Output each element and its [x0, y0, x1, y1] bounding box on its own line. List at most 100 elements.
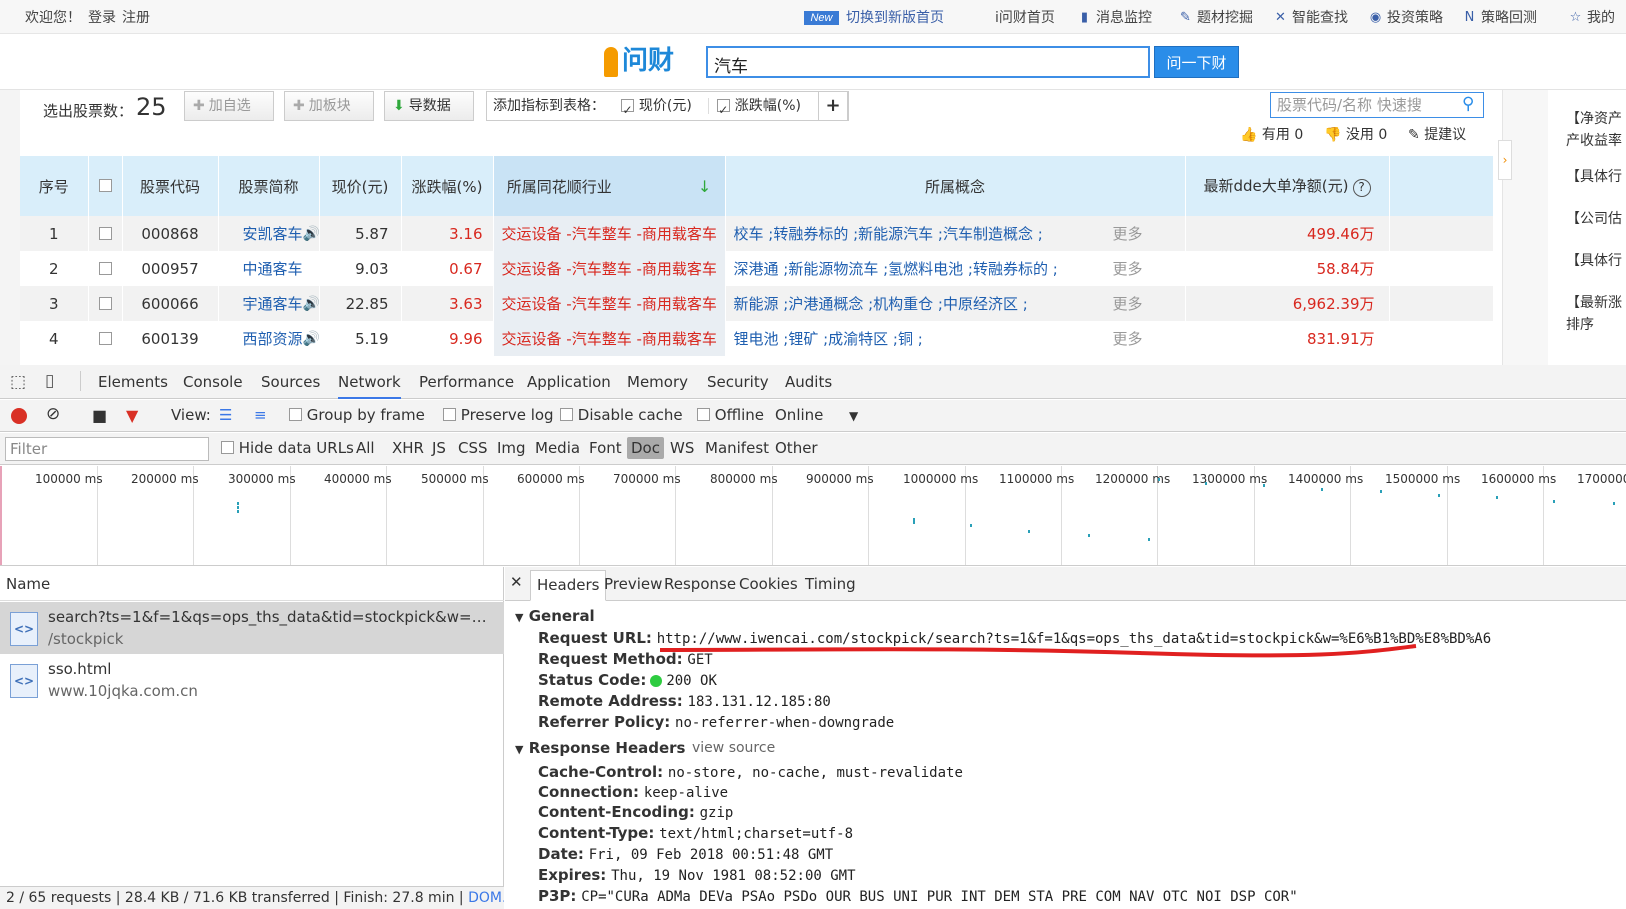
clear-icon[interactable]: ⊘	[46, 404, 60, 424]
hide-data-urls-checkbox[interactable]: Hide data URLs	[221, 439, 354, 457]
suggest-button[interactable]: ✎ 提建议	[1408, 124, 1466, 144]
type-manifest[interactable]: Manifest	[705, 439, 769, 457]
change-index-checkbox[interactable]: 涨跌幅(%)	[708, 96, 801, 124]
stock-industry[interactable]: 交运设备 -汽车整车 -商用载客车	[493, 286, 726, 321]
camera-icon[interactable]: ■	[92, 406, 107, 425]
type-doc[interactable]: Doc	[627, 437, 664, 459]
col-concept[interactable]: 所属概念	[725, 156, 1186, 216]
device-toolbar-icon[interactable]: ▯	[45, 371, 54, 391]
nav-smart-search[interactable]: 智能查找	[1292, 7, 1348, 27]
table-row[interactable]: 4 600139 西部资源🔊 5.19 9.96 交运设备 -汽车整车 -商用载…	[20, 321, 1494, 356]
detail-tab-response[interactable]: Response	[664, 575, 736, 593]
row-checkbox[interactable]	[88, 216, 123, 251]
select-all-checkbox[interactable]	[98, 179, 112, 192]
row-checkbox[interactable]	[88, 251, 123, 286]
stock-industry[interactable]: 交运设备 -汽车整车 -商用载客车	[493, 321, 726, 356]
suggestion-2[interactable]: 【具体行	[1566, 166, 1622, 186]
response-headers-toggle[interactable]: ▼ Response Headers	[515, 739, 686, 757]
disable-cache-checkbox[interactable]: Disable cache	[560, 406, 683, 424]
request-row-sso[interactable]: <> sso.html www.10jqka.com.cn	[0, 654, 504, 706]
type-xhr[interactable]: XHR	[392, 439, 424, 457]
col-price[interactable]: 现价(元)	[319, 156, 402, 216]
type-other[interactable]: Other	[775, 439, 818, 457]
switch-new-link[interactable]: 切换到新版首页	[846, 7, 944, 27]
col-industry[interactable]: 所属同花顺行业 ↓	[493, 156, 726, 216]
request-row-search[interactable]: <> search?ts=1&f=1&qs=ops_ths_data&tid=s…	[0, 602, 504, 654]
type-media[interactable]: Media	[535, 439, 580, 457]
col-name[interactable]: 股票简称	[218, 156, 320, 216]
stock-name-text[interactable]: 中通客车	[243, 260, 303, 278]
type-img[interactable]: Img	[497, 439, 526, 457]
register-link[interactable]: 注册	[122, 7, 150, 27]
sort-down-icon[interactable]: ↓	[698, 177, 711, 196]
large-rows-icon[interactable]: ☰	[219, 406, 232, 424]
tab-sources[interactable]: Sources	[261, 373, 320, 391]
col-change[interactable]: 涨跌幅(%)	[401, 156, 494, 216]
price-index-checkbox[interactable]: 现价(元)	[621, 96, 692, 124]
add-watch-button[interactable]: ✚ 加自选	[184, 91, 274, 121]
suggestion-3[interactable]: 【公司估	[1566, 208, 1622, 228]
iwencai-logo[interactable]: 问财	[604, 39, 684, 81]
add-block-button[interactable]: ✚ 加板块	[284, 91, 374, 121]
expand-arrow-icon[interactable]: ›	[1498, 140, 1512, 180]
stock-concept[interactable]: 校车 ;转融券标的 ;新能源汽车 ;汽车制造概念 ; 更多	[725, 216, 1186, 251]
help-icon[interactable]: ?	[1352, 179, 1371, 197]
stock-name-text[interactable]: 西部资源	[243, 330, 303, 348]
throttle-select[interactable]: Online	[775, 406, 823, 424]
suggestion-1b[interactable]: 产收益率	[1566, 130, 1622, 150]
speaker-icon[interactable]: 🔊	[303, 297, 318, 312]
type-ws[interactable]: WS	[670, 439, 694, 457]
detail-tab-preview[interactable]: Preview	[604, 575, 662, 593]
nav-backtest[interactable]: 策略回测	[1481, 7, 1537, 27]
stock-concept-text[interactable]: 校车 ;转融券标的 ;新能源汽车 ;汽车制造概念 ;	[734, 225, 1043, 243]
more-link[interactable]: 更多	[1113, 223, 1143, 244]
view-source-link[interactable]: view source	[692, 740, 775, 756]
tab-performance[interactable]: Performance	[419, 373, 514, 391]
type-js[interactable]: JS	[432, 439, 446, 457]
speaker-icon[interactable]: 🔊	[303, 332, 318, 347]
stock-concept-text[interactable]: 锂电池 ;锂矿 ;成渝特区 ;铜 ;	[734, 330, 923, 348]
nav-home[interactable]: i问财首页	[995, 7, 1055, 27]
row-checkbox[interactable]	[88, 321, 123, 356]
type-css[interactable]: CSS	[458, 439, 488, 457]
row-checkbox[interactable]	[88, 286, 123, 321]
quick-search-input[interactable]: 股票代码/名称 快速搜	[1270, 92, 1484, 118]
table-row[interactable]: 1 000868 安凯客车🔊 5.87 3.16 交运设备 -汽车整车 -商用载…	[20, 216, 1494, 251]
close-icon[interactable]: ✕	[510, 573, 523, 591]
table-row[interactable]: 2 000957 中通客车 9.03 0.67 交运设备 -汽车整车 -商用载客…	[20, 251, 1494, 286]
stock-industry[interactable]: 交运设备 -汽车整车 -商用载客车	[493, 216, 726, 251]
filter-icon[interactable]: ▼	[126, 406, 138, 425]
main-search-input[interactable]: 汽车	[706, 46, 1150, 78]
nav-mine[interactable]: 我的	[1587, 7, 1615, 27]
type-all[interactable]: All	[356, 439, 375, 457]
suggestion-1[interactable]: 【净资产	[1566, 108, 1622, 128]
record-icon[interactable]	[11, 408, 27, 424]
table-row[interactable]: 3 600066 宇通客车🔊 22.85 3.63 交运设备 -汽车整车 -商用…	[20, 286, 1494, 321]
stock-concept-text[interactable]: 深港通 ;新能源物流车 ;氢燃料电池 ;转融券标的 ;	[734, 260, 1058, 278]
more-link[interactable]: 更多	[1113, 258, 1143, 279]
col-dde[interactable]: 最新dde大单净额(元)?	[1185, 156, 1390, 216]
stock-name-text[interactable]: 宇通客车	[243, 295, 303, 313]
stock-concept[interactable]: 深港通 ;新能源物流车 ;氢燃料电池 ;转融券标的 ; 更多	[725, 251, 1186, 286]
stock-concept-text[interactable]: 新能源 ;沪港通概念 ;机构重仓 ;中原经济区 ;	[734, 295, 1028, 313]
tab-network[interactable]: Network	[338, 373, 401, 399]
detail-tab-headers[interactable]: Headers	[530, 570, 607, 601]
search-icon[interactable]: ⚲	[1462, 94, 1474, 114]
col-select[interactable]	[88, 156, 123, 216]
detail-tab-timing[interactable]: Timing	[805, 575, 856, 593]
name-column-header[interactable]: Name	[0, 567, 504, 601]
network-timeline[interactable]: 100000 ms 200000 ms 300000 ms 400000 ms 5000…	[0, 466, 1626, 566]
login-link[interactable]: 登录	[88, 7, 116, 27]
useless-button[interactable]: 👎 没用 0	[1324, 124, 1387, 144]
chevron-down-icon[interactable]: ▼	[849, 409, 858, 423]
tab-security[interactable]: Security	[707, 373, 769, 391]
offline-checkbox[interactable]: Offline	[697, 406, 764, 424]
col-code[interactable]: 股票代码	[122, 156, 219, 216]
suggestion-5b[interactable]: 排序	[1566, 314, 1594, 334]
export-button[interactable]: ⬇ 导数据	[384, 91, 474, 121]
inspect-icon[interactable]: ⬚	[10, 372, 26, 392]
stock-name[interactable]: 中通客车	[218, 251, 320, 286]
stock-concept[interactable]: 锂电池 ;锂矿 ;成渝特区 ;铜 ; 更多	[725, 321, 1186, 356]
nav-topic[interactable]: 题材挖掘	[1197, 7, 1253, 27]
tab-elements[interactable]: Elements	[98, 373, 168, 391]
